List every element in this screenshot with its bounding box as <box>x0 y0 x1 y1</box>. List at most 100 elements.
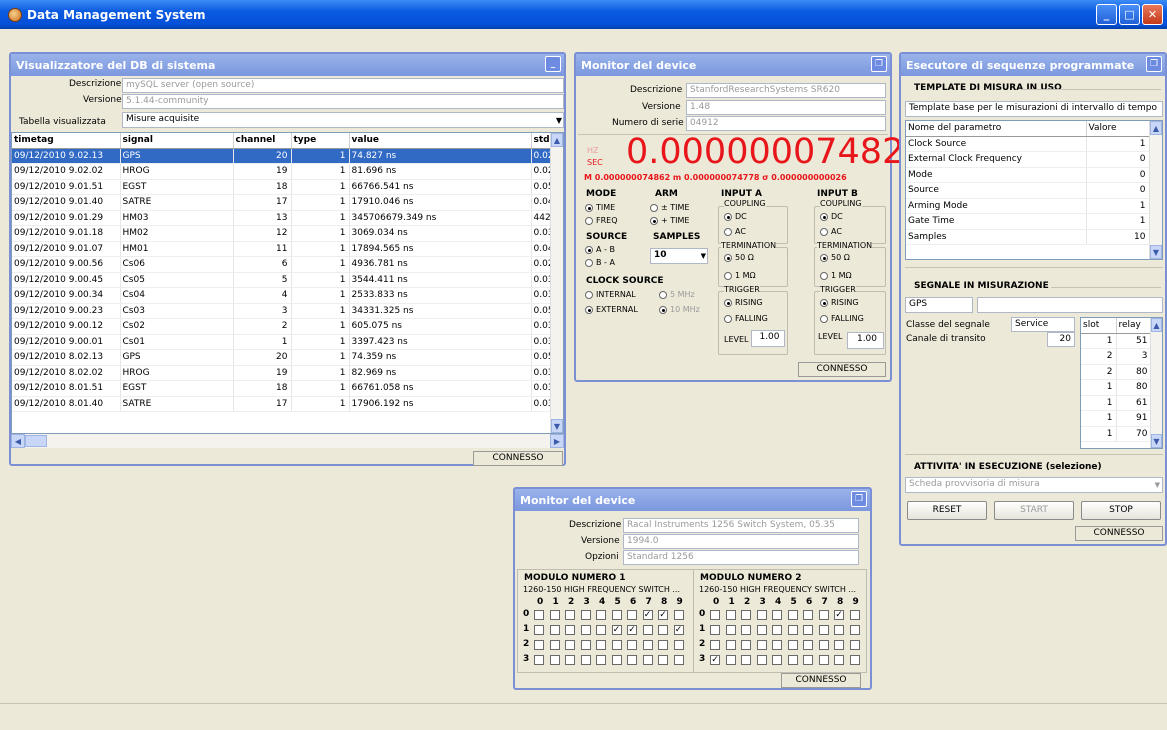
slot-row[interactable]: 1 61 <box>1081 395 1152 411</box>
input-b-falling-radio[interactable]: FALLING <box>820 314 864 323</box>
switch-checkbox[interactable]: ✓ <box>673 625 684 635</box>
start-button[interactable]: START <box>994 501 1074 520</box>
table-row[interactable]: 09/12/2010 9.00.45 Cs05 5 1 3544.411 ns 0.039 <box>12 272 563 288</box>
switch-checkbox[interactable] <box>673 655 684 665</box>
switch-checkbox[interactable] <box>565 610 575 620</box>
switch-checkbox[interactable] <box>756 625 767 635</box>
stop-button[interactable]: STOP <box>1081 501 1161 520</box>
input-b-1mohm-radio[interactable]: 1 MΩ <box>820 271 852 280</box>
switch-checkbox[interactable] <box>658 640 668 650</box>
switch-checkbox[interactable] <box>565 640 575 650</box>
input-b-dc-radio[interactable]: DC <box>820 212 843 221</box>
switch-checkbox[interactable] <box>803 625 813 635</box>
switch-checkbox[interactable] <box>580 625 591 635</box>
scroll-up-icon[interactable]: ▲ <box>551 133 563 147</box>
switch-checkbox[interactable] <box>756 655 767 665</box>
switch-checkbox[interactable] <box>534 625 544 635</box>
switch-checkbox[interactable] <box>534 640 544 650</box>
switch-checkbox[interactable] <box>565 655 575 665</box>
switch-checkbox[interactable] <box>849 610 860 620</box>
switch-checkbox[interactable] <box>849 625 860 635</box>
scroll-left-icon[interactable]: ◀ <box>11 434 25 448</box>
input-b-ac-radio[interactable]: AC <box>820 227 842 236</box>
parameter-row[interactable]: Mode 0 <box>906 167 1150 183</box>
switch-checkbox[interactable] <box>834 640 844 650</box>
input-a-1mohm-radio[interactable]: 1 MΩ <box>724 271 756 280</box>
scroll-down-icon[interactable]: ▼ <box>1150 245 1162 259</box>
switch-checkbox[interactable]: ✓ <box>611 625 622 635</box>
table-row[interactable]: 09/12/2010 9.00.23 Cs03 3 1 34331.325 ns 0.05… <box>12 303 563 319</box>
switch-checkbox[interactable] <box>580 610 591 620</box>
restore-icon[interactable]: ❐ <box>1146 56 1162 72</box>
table-row[interactable]: 09/12/2010 9.00.01 Cs01 1 1 3397.423 ns 0.037 <box>12 334 563 350</box>
arm-pm-time-radio[interactable]: ± TIME <box>650 203 689 212</box>
switch-checkbox[interactable] <box>834 655 844 665</box>
switch-checkbox[interactable] <box>627 655 637 665</box>
table-row[interactable]: 09/12/2010 8.01.40 SATRE 17 1 17906.192 ns 0.… <box>12 396 563 412</box>
switch-checkbox[interactable] <box>580 640 591 650</box>
switch-checkbox[interactable] <box>818 610 829 620</box>
vertical-scrollbar[interactable]: ▲ ▼ <box>1150 318 1162 448</box>
restore-icon[interactable]: ❐ <box>871 56 887 72</box>
switch-checkbox[interactable] <box>787 610 798 620</box>
switch-checkbox[interactable] <box>725 655 736 665</box>
switch-checkbox[interactable] <box>741 625 751 635</box>
switch-checkbox[interactable]: ✓ <box>658 610 668 620</box>
switch-checkbox[interactable] <box>849 640 860 650</box>
switch-checkbox[interactable] <box>772 625 782 635</box>
column-header[interactable]: Nome del parametro <box>906 121 1087 137</box>
minimize-icon[interactable]: _ <box>545 56 561 72</box>
scroll-right-icon[interactable]: ▶ <box>550 434 564 448</box>
slot-row[interactable]: 1 51 <box>1081 333 1152 349</box>
switch-checkbox[interactable]: ✓ <box>642 610 653 620</box>
switch-checkbox[interactable] <box>596 640 606 650</box>
switch-checkbox[interactable] <box>803 640 813 650</box>
input-b-50ohm-radio[interactable]: 50 Ω <box>820 253 850 262</box>
parameter-row[interactable]: Samples 10 <box>906 229 1150 245</box>
slot-row[interactable]: 1 91 <box>1081 410 1152 427</box>
input-a-dc-radio[interactable]: DC <box>724 212 747 221</box>
column-header[interactable]: relay <box>1116 318 1152 334</box>
switch-checkbox[interactable] <box>787 655 798 665</box>
switch-checkbox[interactable] <box>611 610 622 620</box>
switch-checkbox[interactable] <box>658 655 668 665</box>
switch-checkbox[interactable] <box>772 655 782 665</box>
input-a-50ohm-radio[interactable]: 50 Ω <box>724 253 754 262</box>
switch-checkbox[interactable]: ✓ <box>710 655 720 665</box>
switch-checkbox[interactable] <box>642 655 653 665</box>
switch-checkbox[interactable] <box>772 610 782 620</box>
table-row[interactable]: 09/12/2010 9.00.56 Cs06 6 1 4936.781 ns 0.029 <box>12 256 563 273</box>
table-row[interactable]: 09/12/2010 8.02.13 GPS 20 1 74.359 ns 0.051 <box>12 349 563 366</box>
switch-checkbox[interactable] <box>534 610 544 620</box>
switch-checkbox[interactable] <box>818 655 829 665</box>
table-row[interactable]: 09/12/2010 9.01.18 HM02 12 1 3069.034 ns 0.03… <box>12 225 563 242</box>
input-a-rising-radio[interactable]: RISING <box>724 298 763 307</box>
source-ab-radio[interactable]: A - B <box>585 245 615 254</box>
level-a-input[interactable]: 1.00 <box>751 330 785 347</box>
samples-select[interactable]: 10 ▼ <box>650 248 708 264</box>
switch-checkbox[interactable] <box>580 655 591 665</box>
switch-checkbox[interactable] <box>756 640 767 650</box>
column-header[interactable]: channel <box>233 133 292 149</box>
switch-checkbox[interactable] <box>549 625 560 635</box>
switch-checkbox[interactable] <box>710 625 720 635</box>
maximize-icon[interactable]: □ <box>1119 4 1140 25</box>
table-row[interactable]: 09/12/2010 9.00.34 Cs04 4 1 2533.833 ns 0.039 <box>12 287 563 304</box>
close-icon[interactable]: ✕ <box>1142 4 1163 25</box>
switch-checkbox[interactable] <box>803 610 813 620</box>
column-header[interactable]: timetag <box>12 133 121 149</box>
switch-checkbox[interactable] <box>673 640 684 650</box>
scroll-down-icon[interactable]: ▼ <box>551 419 563 433</box>
switch-checkbox[interactable] <box>596 625 606 635</box>
switch-checkbox[interactable] <box>534 655 544 665</box>
parameter-row[interactable]: Gate Time 1 <box>906 213 1150 230</box>
switch-checkbox[interactable] <box>725 625 736 635</box>
switch-checkbox[interactable] <box>710 640 720 650</box>
slot-row[interactable]: 23 <box>1081 348 1152 365</box>
column-header[interactable]: Valore <box>1086 121 1150 137</box>
table-row[interactable]: 09/12/2010 9.01.07 HM01 11 1 17894.565 ns 0.0… <box>12 241 563 257</box>
slot-row[interactable]: 1 80 <box>1081 379 1152 396</box>
clock-external-radio[interactable]: EXTERNAL <box>585 305 638 314</box>
parameter-row[interactable]: External Clock Frequency 0 <box>906 151 1150 168</box>
arm-p-time-radio[interactable]: + TIME <box>650 216 689 225</box>
